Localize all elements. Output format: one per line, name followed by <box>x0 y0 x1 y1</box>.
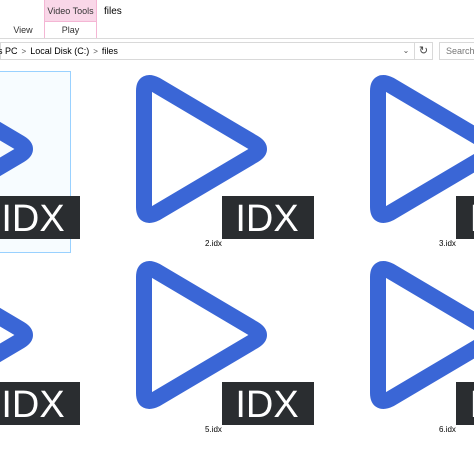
video-tools-contextual-group: Video Tools Play <box>44 0 97 38</box>
play-icon <box>370 261 474 409</box>
play-icon <box>136 261 267 409</box>
file-item[interactable]: IDX 5.idx <box>104 249 314 434</box>
ribbon: View Video Tools Play files <box>0 0 474 39</box>
file-type-badge-label: IDX <box>469 384 474 426</box>
file-type-badge-label: IDX <box>1 198 64 240</box>
chevron-right-icon[interactable]: > <box>93 44 98 60</box>
file-item[interactable]: IDX <box>0 249 80 429</box>
file-list: IDX IDX 2.idx IDX 3.idx IDX IDX 5.idx IDX 6.idx <box>0 63 474 474</box>
breadcrumb: s PC > Local Disk (C:) > files <box>0 43 118 60</box>
address-bar[interactable]: s PC > Local Disk (C:) > files ⌄ <box>0 42 415 60</box>
file-explorer-window: View Video Tools Play files s PC > Local D… <box>0 0 474 474</box>
refresh-button[interactable]: ↻ <box>415 42 433 60</box>
tab-play[interactable]: Play <box>45 21 96 38</box>
file-item[interactable]: IDX <box>0 63 80 253</box>
file-item[interactable]: IDX 2.idx <box>104 63 314 248</box>
search-input[interactable]: Search <box>439 42 474 60</box>
play-icon <box>136 75 267 223</box>
file-type-badge-label: IDX <box>1 384 64 426</box>
tab-view[interactable]: View <box>6 22 40 38</box>
file-type-badge-label: IDX <box>235 198 298 240</box>
video-file-icon: IDX <box>370 261 474 426</box>
chevron-right-icon[interactable]: > <box>22 44 27 60</box>
window-title: files <box>104 6 122 17</box>
video-file-icon: IDX <box>136 75 314 240</box>
play-icon <box>0 307 33 363</box>
chevron-down-icon[interactable]: ⌄ <box>400 43 412 59</box>
video-file-icon: IDX <box>0 307 80 426</box>
file-type-badge-label: IDX <box>235 384 298 426</box>
video-file-icon: IDX <box>136 261 314 426</box>
file-item[interactable]: IDX 6.idx <box>338 249 474 434</box>
file-name[interactable]: 2.idx <box>205 239 222 248</box>
breadcrumb-local-disk[interactable]: Local Disk (C:) <box>30 43 89 59</box>
file-type-badge-label: IDX <box>469 198 474 240</box>
file-name[interactable]: 5.idx <box>205 425 222 434</box>
play-icon <box>370 75 474 223</box>
refresh-icon: ↻ <box>418 45 429 57</box>
file-name[interactable]: 3.idx <box>439 239 456 248</box>
breadcrumb-files[interactable]: files <box>102 43 118 59</box>
video-tools-header: Video Tools <box>47 6 94 16</box>
breadcrumb-this-pc[interactable]: s PC <box>0 43 18 59</box>
video-file-icon: IDX <box>0 121 80 240</box>
video-file-icon: IDX <box>370 75 474 240</box>
play-icon <box>0 121 33 177</box>
file-name[interactable]: 6.idx <box>439 425 456 434</box>
file-item[interactable]: IDX 3.idx <box>338 63 474 248</box>
address-row: s PC > Local Disk (C:) > files ⌄ ↻ Search <box>0 40 474 62</box>
